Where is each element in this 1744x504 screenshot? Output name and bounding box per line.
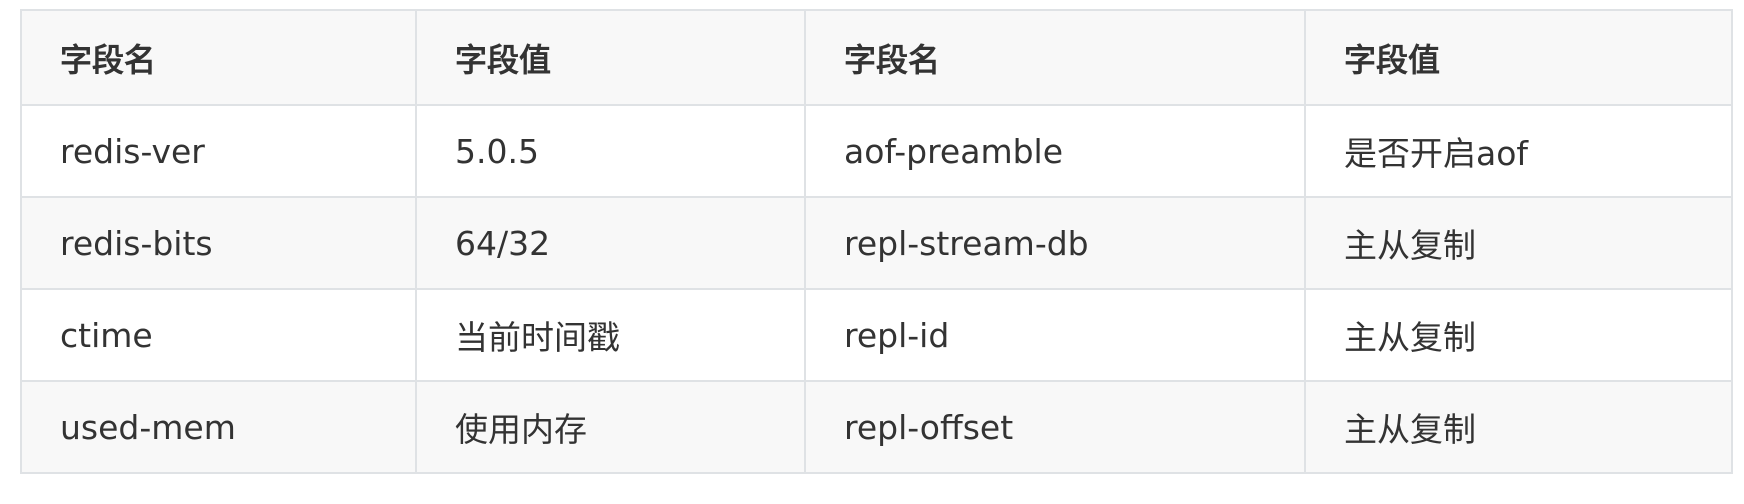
table-cell: 64/32 — [415, 196, 806, 290]
table-row: redis-ver 5.0.5 aof-preamble 是否开启aof — [20, 104, 1733, 198]
table-row: used-mem 使用内存 repl-offset 主从复制 — [20, 380, 1733, 474]
header-row: 字段名 字段值 字段名 字段值 — [20, 9, 1733, 106]
table-cell: 当前时间戳 — [415, 288, 806, 382]
header-field-name-2: 字段名 — [804, 9, 1306, 106]
table-cell: repl-id — [804, 288, 1306, 382]
header-field-value-2: 字段值 — [1304, 9, 1733, 106]
table-cell: redis-ver — [20, 104, 417, 198]
table-cell: aof-preamble — [804, 104, 1306, 198]
table-cell: used-mem — [20, 380, 417, 474]
table-cell: 是否开启aof — [1304, 104, 1733, 198]
table-cell: 主从复制 — [1304, 380, 1733, 474]
table-row: ctime 当前时间戳 repl-id 主从复制 — [20, 288, 1733, 382]
table-cell: 主从复制 — [1304, 288, 1733, 382]
table-body: redis-ver 5.0.5 aof-preamble 是否开启aof red… — [20, 104, 1733, 474]
table-cell: 5.0.5 — [415, 104, 806, 198]
table-cell: redis-bits — [20, 196, 417, 290]
table-row: redis-bits 64/32 repl-stream-db 主从复制 — [20, 196, 1733, 290]
table-cell: 使用内存 — [415, 380, 806, 474]
table-cell: 主从复制 — [1304, 196, 1733, 290]
table-cell: ctime — [20, 288, 417, 382]
table-header: 字段名 字段值 字段名 字段值 — [20, 9, 1733, 106]
header-field-name-1: 字段名 — [20, 9, 417, 106]
field-table-container: 字段名 字段值 字段名 字段值 redis-ver 5.0.5 aof-prea… — [20, 9, 1733, 474]
field-table: 字段名 字段值 字段名 字段值 redis-ver 5.0.5 aof-prea… — [20, 9, 1733, 474]
table-cell: repl-offset — [804, 380, 1306, 474]
table-cell: repl-stream-db — [804, 196, 1306, 290]
header-field-value-1: 字段值 — [415, 9, 806, 106]
